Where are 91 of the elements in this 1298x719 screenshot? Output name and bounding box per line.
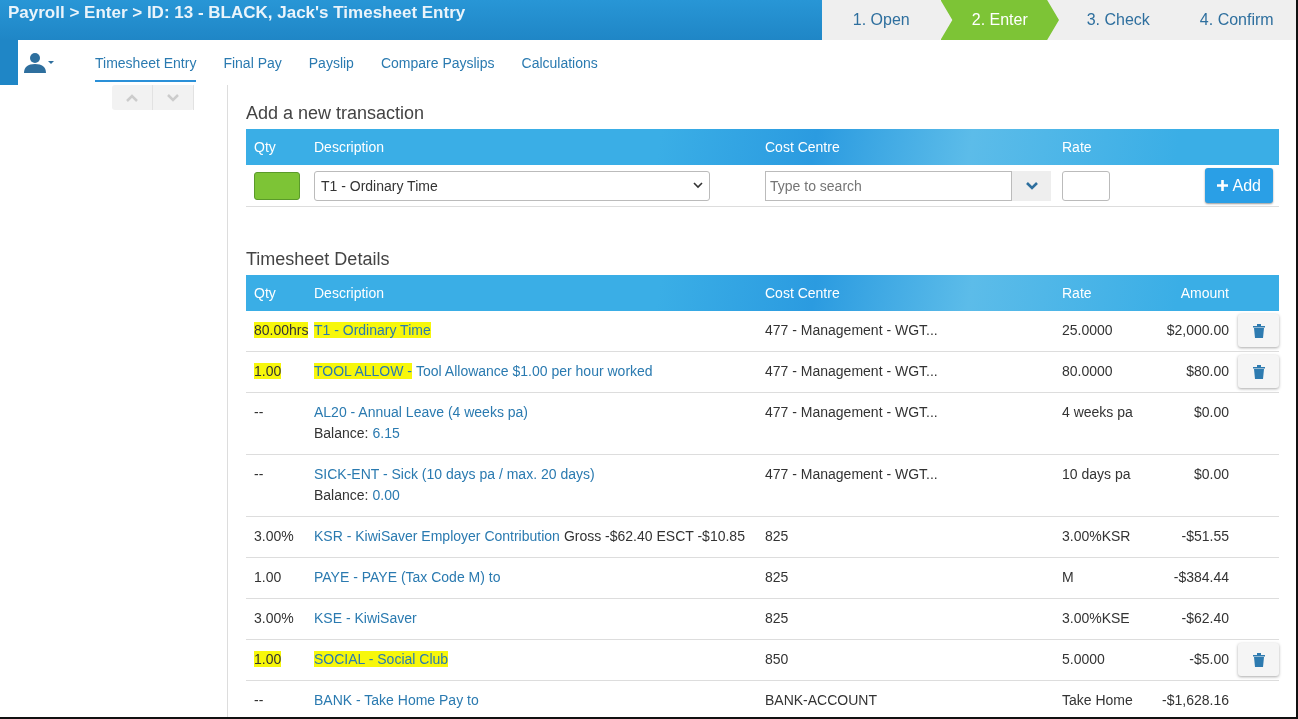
column-header: Description [314, 285, 386, 301]
section-title: Add a new transaction [246, 103, 426, 124]
amount-cell: -$5.00 [1189, 651, 1229, 667]
wizard-step[interactable]: 1. Open [822, 0, 941, 40]
description-link[interactable]: TOOL ALLOW - [314, 363, 413, 379]
rate-cell: 3.00%KSR [1062, 528, 1131, 544]
balance-value: 6.15 [372, 425, 400, 441]
cost-centre-cell: 825 [765, 569, 789, 585]
nav-tab[interactable]: Final Pay [223, 43, 282, 82]
amount-cell: -$51.55 [1181, 528, 1229, 544]
amount-cell: $0.00 [1193, 404, 1229, 420]
amount-cell: -$384.44 [1173, 569, 1229, 585]
description-link[interactable]: KSR - KiwiSaver Employer Contribution [314, 528, 560, 544]
balance-label: Balance: [314, 425, 369, 441]
delete-button[interactable] [1238, 355, 1279, 388]
nav-tab[interactable]: Compare Payslips [380, 43, 495, 82]
qty-cell: -- [254, 692, 264, 708]
column-header: Qty [253, 285, 277, 301]
description-link[interactable]: T1 - Ordinary Time [314, 322, 431, 338]
column-header: Rate [1062, 139, 1093, 155]
rate-cell: 10 days pa [1062, 466, 1131, 482]
trash-icon [1252, 652, 1265, 667]
delete-button[interactable] [1238, 314, 1279, 347]
rate-cell: 25.0000 [1062, 322, 1113, 338]
rate-cell: 80.0000 [1062, 363, 1113, 379]
cost-centre-cell: 477 - Management - WGT... [765, 466, 938, 482]
description-link[interactable]: KSE - KiwiSaver [314, 610, 417, 626]
amount-cell: -$62.40 [1181, 610, 1229, 626]
description-link[interactable]: PAYE - PAYE (Tax Code M) to [314, 569, 501, 585]
qty-cell: 1.00 [254, 363, 282, 379]
column-header: Qty [253, 139, 277, 155]
description-link[interactable]: Tool Allowance $1.00 per hour worked [416, 363, 653, 379]
dropdown-button[interactable] [1012, 170, 1051, 201]
delete-button[interactable] [1238, 643, 1279, 676]
qty-cell: 80.00hrs [254, 322, 309, 338]
description-link[interactable]: SICK-ENT - Sick (10 days pa / max. 20 days) [314, 466, 595, 482]
column-header: Cost Centre [765, 139, 841, 155]
user-menu-button[interactable] [24, 51, 54, 74]
add-button[interactable]: Add [1204, 168, 1273, 203]
amount-cell: $2,000.00 [1166, 322, 1229, 338]
amount-cell: $80.00 [1186, 363, 1229, 379]
qty-cell: 1.00 [254, 651, 282, 667]
cost-centre-cell: 477 - Management - WGT... [765, 404, 938, 420]
qty-cell: -- [254, 404, 264, 420]
column-header: Rate [1062, 285, 1093, 301]
wizard-step[interactable]: 4. Confirm [1177, 0, 1296, 40]
cost-centre-cell: 850 [765, 651, 789, 667]
cost-centre-cell: 477 - Management - WGT... [765, 322, 938, 338]
trash-icon [1252, 364, 1265, 379]
chevron-down-icon [693, 182, 703, 189]
qty-cell: 3.00% [254, 610, 294, 626]
qty-cell: -- [254, 466, 264, 482]
cost-centre-cell: 825 [765, 528, 789, 544]
rate-input[interactable] [1062, 170, 1110, 201]
balance-label: Balance: [314, 487, 369, 503]
note-text: Gross -$62.40 ESCT -$10.85 [563, 528, 745, 544]
description-select[interactable]: T1 - Ordinary Time [314, 170, 710, 201]
balance-value: 0.00 [372, 487, 400, 503]
chevron-down-icon [1025, 181, 1038, 190]
description-link[interactable]: SOCIAL - Social Club [314, 651, 449, 667]
wizard-step[interactable]: 3. Check [1059, 0, 1178, 40]
rate-cell: 4 weeks pa [1062, 404, 1133, 420]
section-title: Timesheet Details [246, 249, 391, 270]
description-link[interactable]: BANK - Take Home Pay to [314, 692, 479, 708]
description-link[interactable]: AL20 - Annual Leave (4 weeks pa) [314, 404, 529, 420]
cost-centre-cell: BANK-ACCOUNT [765, 692, 877, 708]
cost-centre-cell: 825 [765, 610, 789, 626]
cost-centre-search-field[interactable]: Type to search [765, 170, 1012, 201]
user-icon [24, 51, 54, 74]
qty-input[interactable] [254, 171, 300, 200]
column-header: Description [314, 139, 386, 155]
nav-tab[interactable]: Calculations [521, 43, 598, 82]
chevron-up-icon [126, 93, 138, 102]
cost-centre-cell: 477 - Management - WGT... [765, 363, 938, 379]
column-header: Cost Centre [765, 285, 841, 301]
amount-cell: -$1,628.16 [1162, 692, 1229, 708]
rate-cell: 5.0000 [1062, 651, 1105, 667]
rate-cell: 3.00%KSE [1062, 610, 1130, 626]
rate-cell: M [1062, 569, 1074, 585]
plus-icon [1216, 180, 1228, 191]
chevron-down-icon [167, 93, 179, 102]
amount-cell: $0.00 [1193, 466, 1229, 482]
nav-tab[interactable]: Payslip [308, 43, 354, 82]
trash-icon [1252, 323, 1265, 338]
column-header: Amount [1179, 285, 1229, 301]
header-band [0, 40, 18, 85]
qty-cell: 1.00 [254, 569, 282, 585]
nav-tab[interactable]: Timesheet Entry [95, 43, 197, 82]
page-title: Payroll > Enter > ID: 13 - BLACK, Jack's Timesheet Entry [7, 2, 467, 24]
rate-cell: Take Home [1062, 692, 1133, 708]
qty-cell: 3.00% [254, 528, 294, 544]
